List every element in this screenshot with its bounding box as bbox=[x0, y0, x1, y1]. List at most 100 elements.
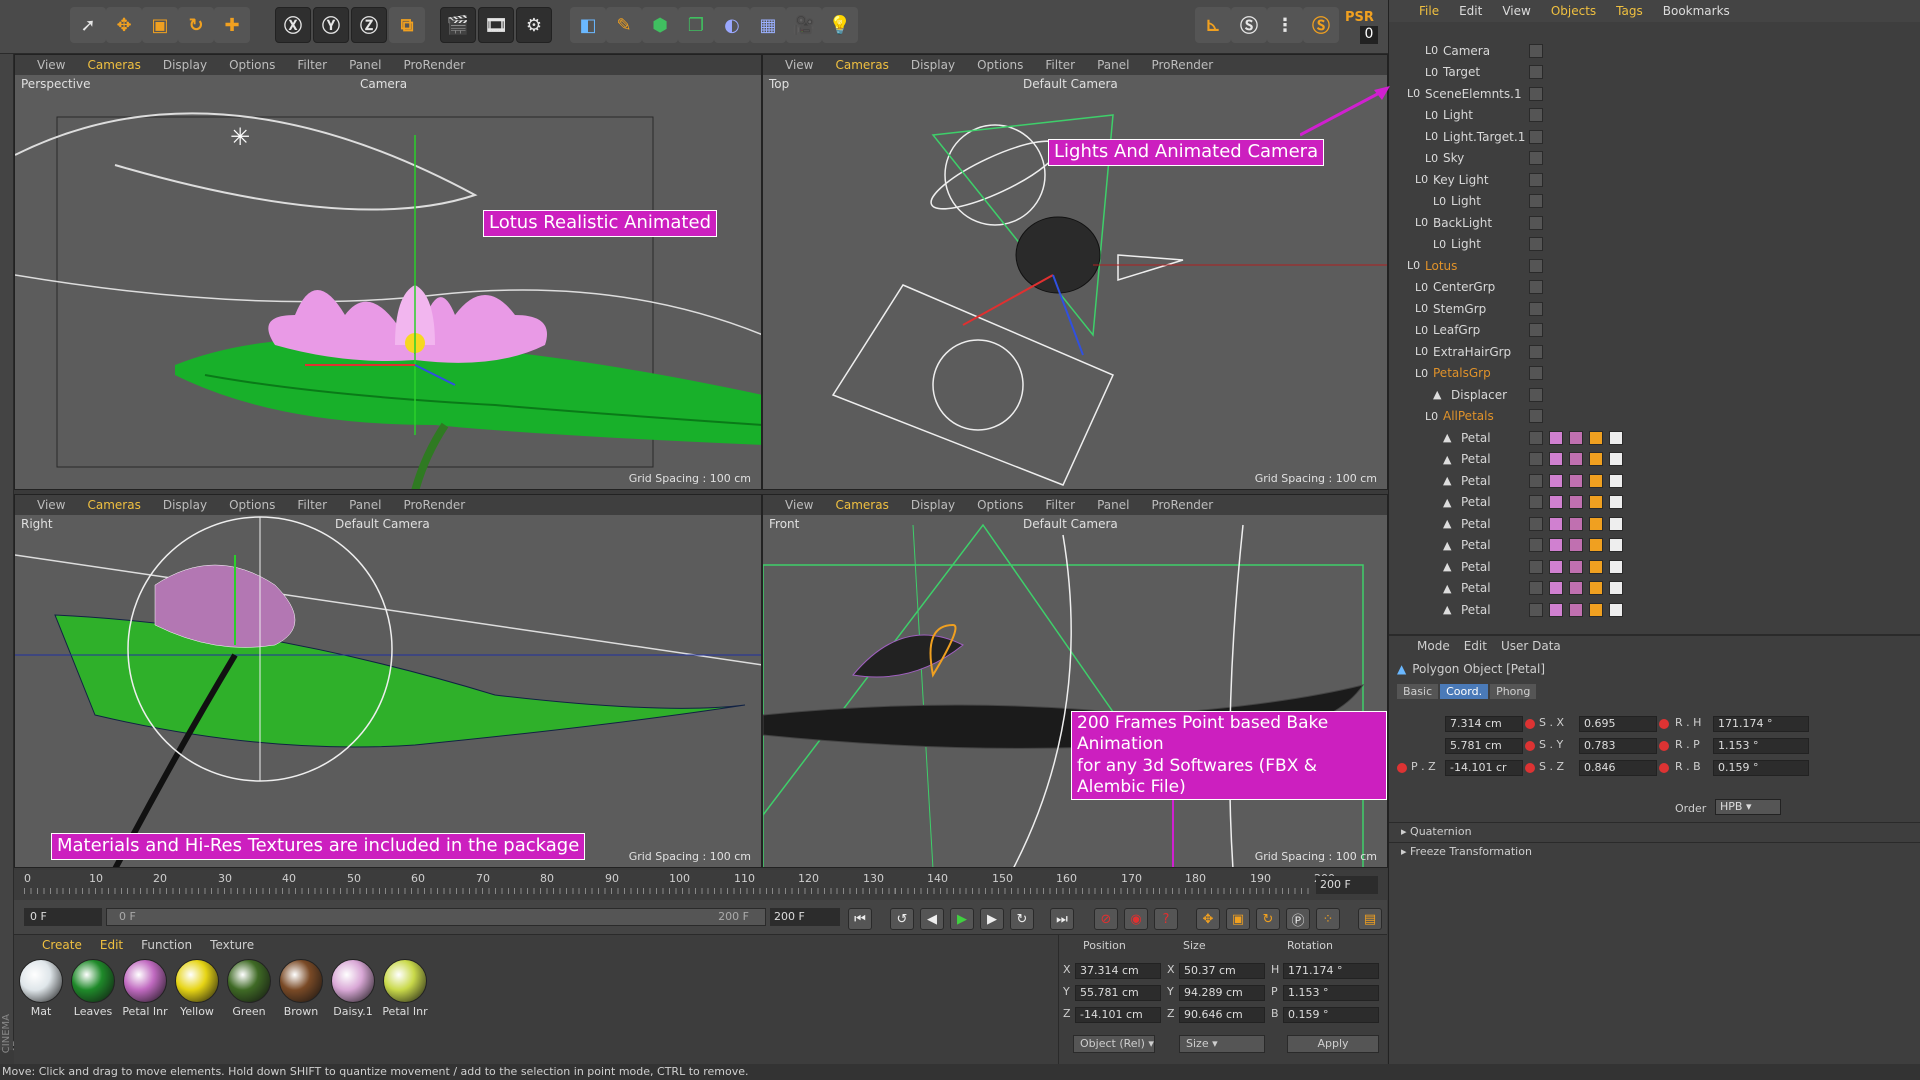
rotation-field[interactable]: 0.159 ° bbox=[1713, 760, 1809, 776]
deformer-icon[interactable]: ◐ bbox=[714, 7, 750, 43]
snap-icon[interactable]: Ⓢ bbox=[1231, 7, 1267, 43]
tab-coord[interactable]: Coord. bbox=[1440, 684, 1489, 699]
tab-phong[interactable]: Phong bbox=[1490, 684, 1537, 699]
menu-cameras[interactable]: Cameras bbox=[835, 498, 888, 512]
visibility-toggle-icon[interactable] bbox=[1529, 129, 1543, 144]
menu-prorender[interactable]: ProRender bbox=[1151, 498, 1213, 512]
add-tool-icon[interactable]: ✚ bbox=[214, 7, 250, 43]
object-tree-item[interactable]: L0 Light bbox=[1389, 105, 1920, 126]
uvw-tag-icon[interactable] bbox=[1609, 538, 1623, 552]
viewport-camera[interactable]: Camera bbox=[360, 77, 407, 91]
menu-cameras[interactable]: Cameras bbox=[835, 58, 888, 72]
material-tag-icon[interactable] bbox=[1569, 538, 1583, 552]
position-field[interactable]: -14.101 cr bbox=[1445, 760, 1523, 776]
selection-tag-icon[interactable] bbox=[1589, 473, 1603, 488]
quaternion-section[interactable]: ▸ Quaternion bbox=[1389, 822, 1920, 840]
floor-icon[interactable]: ▦ bbox=[750, 7, 786, 43]
material-tag-icon[interactable] bbox=[1549, 495, 1563, 509]
object-tree-item[interactable]: L0 AllPetals bbox=[1389, 406, 1920, 427]
size-field[interactable]: 94.289 cm bbox=[1179, 985, 1265, 1001]
material-swatch[interactable]: Daisy.1 bbox=[330, 959, 376, 1019]
menu-panel[interactable]: Panel bbox=[1097, 498, 1129, 512]
workplane-icon[interactable]: ⊾ bbox=[1195, 7, 1231, 43]
object-tree-item[interactable]: ▲ Petal bbox=[1389, 492, 1920, 513]
material-tag-icon[interactable] bbox=[1569, 452, 1583, 466]
size-field[interactable]: 90.646 cm bbox=[1179, 1007, 1265, 1023]
object-tree-item[interactable]: L0 StemGrp bbox=[1389, 298, 1920, 319]
visibility-toggle-icon[interactable] bbox=[1529, 516, 1543, 531]
key-position-icon[interactable]: ✥ bbox=[1196, 908, 1220, 930]
material-tag-icon[interactable] bbox=[1549, 473, 1563, 488]
next-frame-icon[interactable]: ▶ bbox=[980, 908, 1004, 930]
auto-key-icon[interactable]: ◉ bbox=[1124, 908, 1148, 930]
object-tree-item[interactable]: L0 ExtraHairGrp bbox=[1389, 341, 1920, 362]
tab-basic[interactable]: Basic bbox=[1397, 684, 1439, 699]
visibility-toggle-icon[interactable] bbox=[1529, 323, 1543, 337]
menu-panel[interactable]: Panel bbox=[349, 498, 381, 512]
keyframe-dot-icon[interactable] bbox=[1659, 719, 1669, 729]
rotation-field[interactable]: 1.153 ° bbox=[1713, 738, 1809, 754]
visibility-toggle-icon[interactable] bbox=[1529, 258, 1543, 273]
timeline-layout-icon[interactable]: ▤ bbox=[1358, 908, 1382, 930]
next-key-icon[interactable]: ↻ bbox=[1010, 908, 1034, 930]
visibility-toggle-icon[interactable] bbox=[1529, 280, 1543, 294]
visibility-toggle-icon[interactable] bbox=[1529, 559, 1543, 574]
viewport-top[interactable]: View Cameras Display Options Filter Pane… bbox=[762, 54, 1388, 490]
material-swatch[interactable]: Green bbox=[226, 959, 272, 1019]
menu-panel[interactable]: Panel bbox=[1097, 58, 1129, 72]
uvw-tag-icon[interactable] bbox=[1609, 430, 1623, 445]
key-parameter-icon[interactable]: Ⓟ bbox=[1286, 908, 1310, 930]
object-tree-item[interactable]: L0 CenterGrp bbox=[1389, 277, 1920, 298]
visibility-toggle-icon[interactable] bbox=[1529, 473, 1543, 488]
rotation-field[interactable]: 1.153 ° bbox=[1283, 985, 1379, 1001]
scale-field[interactable]: 0.783 bbox=[1579, 738, 1657, 754]
material-tag-icon[interactable] bbox=[1569, 516, 1583, 531]
rotation-field[interactable]: 171.174 ° bbox=[1713, 716, 1809, 732]
object-tree-item[interactable]: ▲ Petal bbox=[1389, 449, 1920, 470]
selection-tag-icon[interactable] bbox=[1589, 538, 1603, 552]
object-tree-item[interactable]: ▲ Displacer bbox=[1389, 384, 1920, 405]
rotate-tool-icon[interactable]: ↻ bbox=[178, 7, 214, 43]
visibility-toggle-icon[interactable] bbox=[1529, 452, 1543, 466]
menu-options[interactable]: Options bbox=[977, 58, 1023, 72]
menu-objects[interactable]: Objects bbox=[1551, 4, 1596, 18]
apply-button[interactable]: Apply bbox=[1287, 1035, 1379, 1053]
viewport-camera[interactable]: Default Camera bbox=[1023, 517, 1118, 531]
pen-spline-icon[interactable]: ✎ bbox=[606, 7, 642, 43]
uvw-tag-icon[interactable] bbox=[1609, 516, 1623, 531]
menu-display[interactable]: Display bbox=[911, 58, 955, 72]
render-picture-viewer-icon[interactable]: 🎞 bbox=[478, 7, 514, 43]
menu-user-data[interactable]: User Data bbox=[1501, 639, 1561, 653]
position-field[interactable]: 37.314 cm bbox=[1075, 963, 1161, 979]
material-tag-icon[interactable] bbox=[1569, 430, 1583, 445]
visibility-toggle-icon[interactable] bbox=[1529, 215, 1543, 230]
material-tag-icon[interactable] bbox=[1569, 559, 1583, 574]
visibility-toggle-icon[interactable] bbox=[1529, 538, 1543, 552]
menu-prorender[interactable]: ProRender bbox=[403, 498, 465, 512]
menu-options[interactable]: Options bbox=[229, 58, 275, 72]
selection-tag-icon[interactable] bbox=[1589, 559, 1603, 574]
menu-edit[interactable]: Edit bbox=[1464, 639, 1487, 653]
menu-cameras[interactable]: Cameras bbox=[87, 58, 140, 72]
visibility-toggle-icon[interactable] bbox=[1529, 387, 1543, 402]
timeline-track[interactable] bbox=[24, 888, 1314, 894]
size-mode-select[interactable]: Size ▾ bbox=[1179, 1035, 1265, 1053]
menu-display[interactable]: Display bbox=[911, 498, 955, 512]
object-tree-item[interactable]: L0 LeafGrp bbox=[1389, 320, 1920, 341]
keyframe-dot-icon[interactable] bbox=[1525, 741, 1535, 751]
visibility-toggle-icon[interactable] bbox=[1529, 194, 1543, 208]
menu-options[interactable]: Options bbox=[977, 498, 1023, 512]
material-swatch[interactable]: Mat bbox=[18, 959, 64, 1019]
size-field[interactable]: 50.37 cm bbox=[1179, 963, 1265, 979]
menu-prorender[interactable]: ProRender bbox=[1151, 58, 1213, 72]
menu-prorender[interactable]: ProRender bbox=[403, 58, 465, 72]
visibility-toggle-icon[interactable] bbox=[1529, 301, 1543, 316]
snap-settings-icon[interactable]: ⋮ bbox=[1267, 7, 1303, 43]
visibility-toggle-icon[interactable] bbox=[1529, 65, 1543, 79]
uvw-tag-icon[interactable] bbox=[1609, 452, 1623, 466]
position-field[interactable]: 55.781 cm bbox=[1075, 985, 1161, 1001]
material-tag-icon[interactable] bbox=[1549, 430, 1563, 445]
go-to-start-icon[interactable]: ⏮ bbox=[848, 908, 872, 930]
keyframe-dot-icon[interactable] bbox=[1397, 763, 1407, 773]
object-tree-item[interactable]: ▲ Petal bbox=[1389, 578, 1920, 599]
